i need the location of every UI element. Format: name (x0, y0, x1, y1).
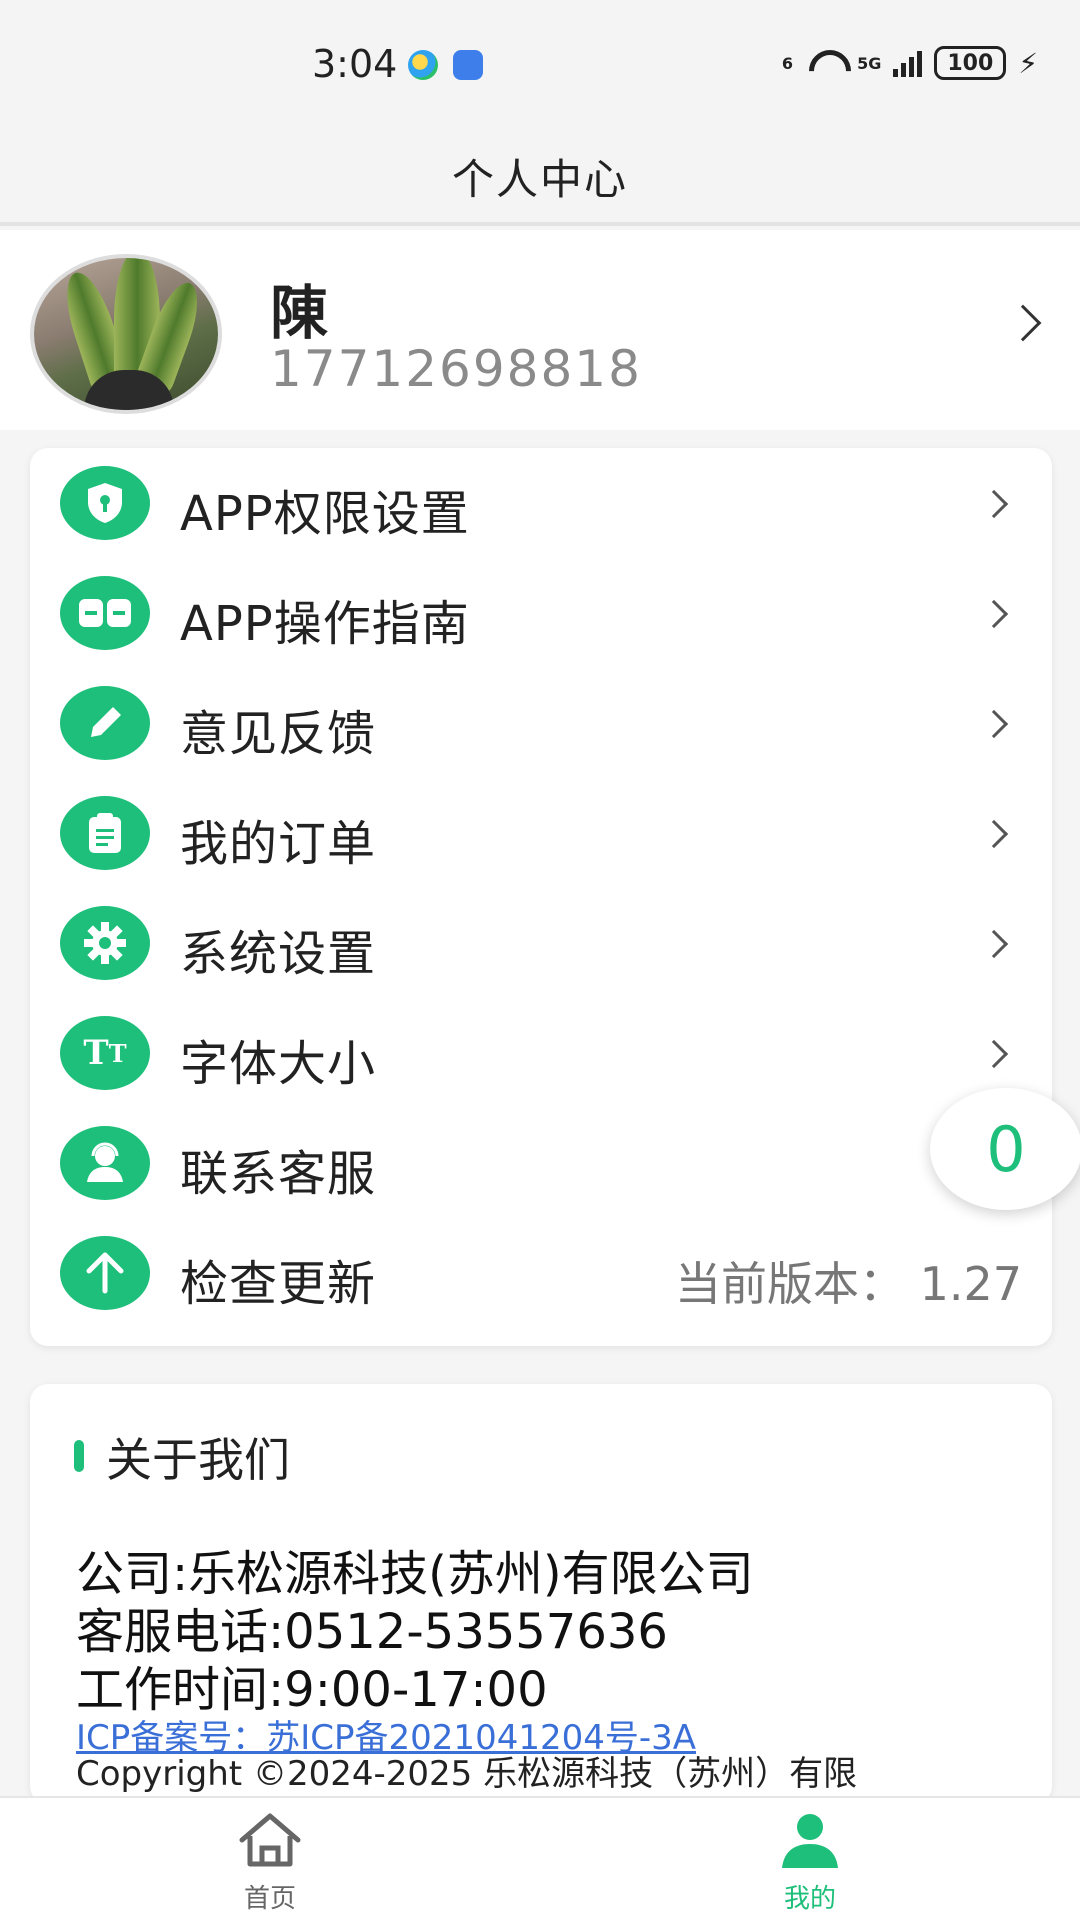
menu-item-feedback[interactable]: 意见反馈 (30, 668, 1052, 778)
about-card: 关于我们 公司:乐松源科技(苏州)有限公司 客服电话:0512-53557636… (30, 1384, 1052, 1804)
chevron-right-icon (1004, 304, 1042, 342)
font-size-icon: TT (60, 1016, 150, 1090)
app-notification-icon (408, 50, 438, 80)
wifi-label: 6 (781, 53, 794, 73)
user-icon (782, 1814, 838, 1868)
app-version: 当前版本： 1.27 (674, 1257, 1022, 1311)
chevron-right-icon (979, 1039, 1009, 1069)
status-indicators: 6 5G 100 ⚡ (782, 46, 1038, 80)
avatar[interactable] (30, 254, 222, 414)
chevron-right-icon (979, 709, 1009, 739)
menu-item-label: 我的订单 (180, 816, 377, 872)
tab-me[interactable]: 我的 (710, 1798, 910, 1920)
tab-home-label: 首页 (243, 1884, 296, 1914)
copyright-text: Copyright ©2024-2025 乐松源科技（苏州）有限 (76, 1754, 858, 1794)
clipboard-icon (60, 796, 150, 870)
status-bar: 3:04 6 5G 100 ⚡ (0, 0, 1080, 130)
section-marker (74, 1440, 84, 1472)
menu-card: APP权限设置 APP操作指南 意见反馈 我的订单 系统设置 TT 字体大小 联… (30, 448, 1052, 1346)
pencil-icon (60, 686, 150, 760)
chevron-right-icon (979, 599, 1009, 629)
home-icon (239, 1813, 301, 1867)
customer-service-icon (60, 1126, 150, 1200)
chevron-right-icon (979, 819, 1009, 849)
usb-notification-icon (453, 50, 483, 80)
wifi-icon (805, 48, 845, 78)
charging-icon: ⚡ (1018, 46, 1038, 80)
battery-level: 100 (947, 50, 994, 76)
battery-icon: 100 (934, 46, 1007, 80)
status-time: 3:04 (312, 42, 398, 86)
menu-item-label: APP操作指南 (180, 596, 470, 652)
gear-icon (60, 906, 150, 980)
menu-item-label: 系统设置 (180, 926, 377, 982)
menu-item-check-update[interactable]: 检查更新 当前版本： 1.27 (30, 1218, 1052, 1328)
menu-item-app-permissions[interactable]: APP权限设置 (30, 448, 1052, 558)
menu-item-label: 检查更新 (180, 1256, 377, 1312)
user-phone: 17712698818 (270, 340, 642, 398)
page-title: 个人中心 (451, 154, 628, 204)
menu-item-label: APP权限设置 (180, 486, 470, 542)
floating-count-value: 0 (986, 1112, 1026, 1186)
menu-item-label: 联系客服 (180, 1146, 377, 1202)
menu-item-customer-service[interactable]: 联系客服 (30, 1108, 1052, 1218)
profile-row[interactable]: 陳 17712698818 (0, 230, 1080, 430)
about-title: 关于我们 (106, 1433, 290, 1487)
tab-me-label: 我的 (783, 1884, 836, 1914)
signal-icon (893, 49, 923, 77)
floating-count-badge[interactable]: 0 (930, 1088, 1080, 1210)
menu-item-app-guide[interactable]: APP操作指南 (30, 558, 1052, 668)
guide-book-icon (60, 576, 150, 650)
menu-item-label: 字体大小 (180, 1036, 377, 1092)
menu-item-system-settings[interactable]: 系统设置 (30, 888, 1052, 998)
user-name: 陳 (270, 279, 329, 347)
header-bar: 个人中心 (0, 130, 1080, 226)
bottom-tab-bar: 首页 我的 (0, 1796, 1080, 1920)
menu-item-font-size[interactable]: TT 字体大小 (30, 998, 1052, 1108)
arrow-up-icon (60, 1236, 150, 1310)
menu-item-my-orders[interactable]: 我的订单 (30, 778, 1052, 888)
chevron-right-icon (979, 489, 1009, 519)
chevron-right-icon (979, 929, 1009, 959)
menu-item-label: 意见反馈 (180, 706, 377, 762)
shield-lock-icon (60, 466, 150, 540)
tab-home[interactable]: 首页 (170, 1798, 370, 1920)
network-label: 5G (857, 53, 882, 73)
